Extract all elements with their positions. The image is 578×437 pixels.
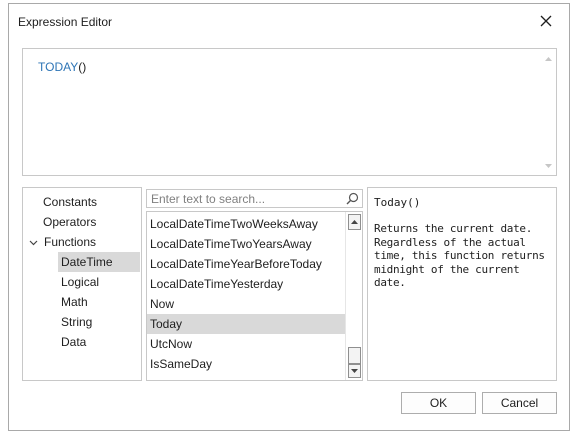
category-item-constants[interactable]: Constants	[43, 192, 139, 212]
expression-text: TODAY()	[38, 60, 86, 74]
function-signature: Today()	[374, 196, 421, 209]
category-label: Functions	[44, 235, 97, 249]
list-item[interactable]: IsSameDay	[147, 354, 345, 374]
function-label: LocalDateTimeTwoWeeksAway	[150, 217, 318, 231]
ok-button[interactable]: OK	[401, 392, 476, 414]
function-list-scrollbar[interactable]	[345, 212, 362, 380]
scroll-up-arrow-icon[interactable]	[348, 214, 361, 230]
close-button[interactable]	[535, 10, 557, 32]
chevron-down-icon[interactable]	[29, 240, 38, 246]
category-label: Math	[61, 295, 88, 309]
category-item-data[interactable]: Data	[61, 332, 139, 352]
scroll-up-arrow-icon[interactable]	[540, 51, 556, 66]
list-item[interactable]: Now	[147, 294, 345, 314]
expression-function-token: TODAY	[38, 60, 79, 74]
search-icon[interactable]	[346, 192, 359, 205]
function-label: LocalDateTimeTwoYearsAway	[150, 237, 312, 251]
close-icon	[540, 15, 552, 27]
scrollbar-thumb[interactable]	[348, 347, 361, 364]
search-box	[146, 189, 363, 208]
list-item-selected[interactable]: Today	[147, 314, 345, 334]
function-label: UtcNow	[150, 337, 193, 351]
list-item[interactable]: LocalDateTimeYesterday	[147, 274, 345, 294]
category-item-math[interactable]: Math	[61, 292, 139, 312]
function-label: IsSameDay	[150, 357, 213, 371]
category-item-functions[interactable]: Functions	[27, 232, 139, 252]
function-list: LocalDateTimeTwoWeeksAway LocalDateTimeT…	[146, 211, 363, 381]
function-label: Today	[150, 317, 183, 331]
category-label: String	[61, 315, 93, 329]
scroll-down-arrow-icon[interactable]	[540, 158, 556, 173]
category-label: Data	[61, 335, 87, 349]
function-label: Now	[150, 297, 175, 311]
description-panel: Today() Returns the current date. Regard…	[367, 187, 557, 381]
scroll-down-arrow-icon[interactable]	[348, 364, 361, 378]
function-description: Returns the current date. Regardless of …	[374, 222, 545, 289]
expression-parens: ()	[78, 60, 87, 74]
search-input[interactable]	[147, 190, 345, 207]
expression-input[interactable]: TODAY()	[22, 48, 557, 176]
category-label: DateTime	[61, 255, 113, 269]
function-label: LocalDateTimeYearBeforeToday	[150, 257, 322, 271]
category-label: Logical	[61, 275, 100, 289]
list-item[interactable]: LocalDateTimeYearBeforeToday	[147, 254, 345, 274]
list-item[interactable]: LocalDateTimeTwoWeeksAway	[147, 214, 345, 234]
category-tree: Constants Operators Functions DateTime L…	[22, 187, 142, 381]
category-item-operators[interactable]: Operators	[43, 212, 139, 232]
category-label: Operators	[43, 215, 97, 229]
function-label: LocalDateTimeYesterday	[150, 277, 284, 291]
cancel-button[interactable]: Cancel	[482, 392, 557, 414]
list-item[interactable]: LocalDateTimeTwoYearsAway	[147, 234, 345, 254]
category-label: Constants	[43, 195, 98, 209]
list-item[interactable]: UtcNow	[147, 334, 345, 354]
dialog-title: Expression Editor	[18, 15, 113, 29]
expression-editor-dialog: Expression Editor TODAY() Constants Oper…	[8, 3, 570, 431]
category-item-string[interactable]: String	[61, 312, 139, 332]
expression-scrollbar[interactable]	[540, 49, 556, 175]
category-item-datetime[interactable]: DateTime	[58, 252, 140, 272]
category-item-logical[interactable]: Logical	[61, 272, 139, 292]
